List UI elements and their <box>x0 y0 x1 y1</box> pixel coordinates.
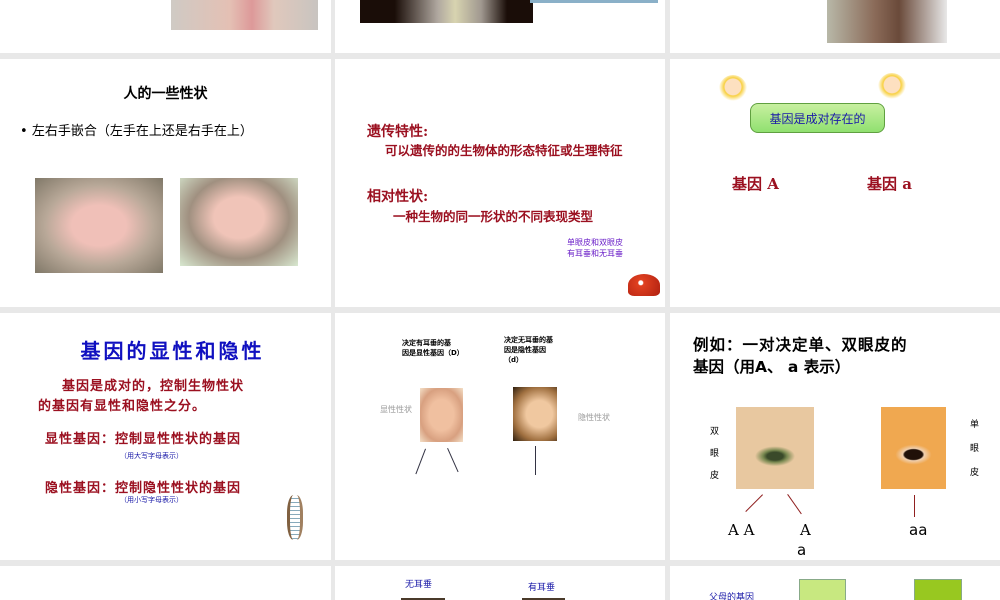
text-heredity: 可以遗传的的生物体的形态特征或生理特征 <box>385 143 623 158</box>
slide-thumbnail-4[interactable]: 人的一些性状 • 左右手嵌合（左手在上还是右手在上） <box>0 59 331 307</box>
recessive-trait-label: 隐性性状 <box>578 413 610 422</box>
para-line-2: 的基因有显性和隐性之分。 <box>38 399 207 414</box>
gene-A-label: 基因 A <box>732 175 779 193</box>
tongue-photo <box>171 0 318 30</box>
recessive-gene-label-3: （d） <box>504 356 524 364</box>
single-eyelid-label: 单 眼 皮 <box>970 413 979 485</box>
single-eyelid-photo <box>881 407 946 489</box>
recessive-note: （用小写字母表示） <box>120 496 183 504</box>
char: 双 <box>710 427 720 437</box>
bullet-text: • 左右手嵌合（左手在上还是右手在上） <box>20 124 253 139</box>
char: 皮 <box>970 468 980 478</box>
slide-thumbnail-12[interactable]: 父母的基因 <box>670 566 1000 600</box>
arrow-1 <box>415 448 426 475</box>
genotype-Aa-top: A <box>800 521 811 539</box>
title-line-2: 基因（用A、 a 表示） <box>693 358 851 376</box>
photo-strip <box>530 0 658 3</box>
banner-label: 基因是成对存在的 <box>769 111 866 126</box>
slide-thumbnail-10[interactable] <box>0 566 331 600</box>
para-line-1: 基因是成对的，控制生物性状 <box>62 379 245 394</box>
slide-thumbnail-5[interactable]: 遗传特性: 可以遗传的的生物体的形态特征或生理特征 相对性状: 一种生物的同一形… <box>335 59 665 307</box>
mushroom-icon <box>628 274 660 296</box>
char: 眼 <box>710 449 720 459</box>
recessive-gene-label-2: 因是隐性基因 <box>504 346 546 354</box>
slide-thumbnail-8[interactable]: 决定有耳垂的基 因是显性基因（D） 决定无耳垂的基 因是隐性基因 （d） 显性性… <box>335 313 665 560</box>
ear-without-lobe-photo <box>513 387 557 441</box>
has-earlobe-label: 有耳垂 <box>528 583 556 593</box>
dominant-trait-label: 显性性状 <box>380 405 412 414</box>
char: 眼 <box>970 444 980 454</box>
child-photo <box>360 0 533 23</box>
hands-right-photo <box>180 178 298 266</box>
recessive-gene-text: 隐性基因：控制隐性性状的基因 <box>45 481 242 496</box>
recessive-gene-label-1: 决定无耳垂的基 <box>504 336 553 344</box>
dominant-gene-text: 显性基因：控制显性性状的基因 <box>45 432 242 447</box>
note-eyelids: 单眼皮和双眼皮 <box>567 238 623 247</box>
text-relative-traits: 一种生物的同一形状的不同表现类型 <box>393 209 594 224</box>
heading-heredity: 遗传特性: <box>367 124 429 140</box>
chromosome-icon-1 <box>799 579 846 600</box>
title-line-1: 例如：一对决定单、双眼皮的 <box>693 336 908 354</box>
bullet-label: 左右手嵌合（左手在上还是右手在上） <box>31 124 253 139</box>
dominant-gene-label-1: 决定有耳垂的基 <box>402 339 451 347</box>
arrow-2 <box>787 494 802 515</box>
slide-thumbnail-7[interactable]: 基因的显性和隐性 基因是成对的，控制生物性状 的基因有显性和隐性之分。 显性基因… <box>0 313 331 560</box>
dna-icon <box>287 495 303 540</box>
thumb-photo <box>827 0 947 43</box>
no-earlobe-label: 无耳垂 <box>405 580 433 590</box>
char: 单 <box>970 420 980 430</box>
dominant-note: （用大写字母表示） <box>120 452 183 460</box>
genotype-AA: A A <box>728 521 755 539</box>
slide-thumbnail-3[interactable] <box>670 0 1000 53</box>
angel-right-icon <box>877 73 907 107</box>
heading-relative-traits: 相对性状: <box>367 189 429 205</box>
parents-genes-label: 父母的基因 <box>709 593 755 600</box>
slide-thumbnail-9[interactable]: 例如：一对决定单、双眼皮的 基因（用A、 a 表示） 双 眼 皮 单 眼 皮 A… <box>670 313 1000 560</box>
char: 皮 <box>710 471 720 481</box>
hands-left-photo <box>35 178 163 273</box>
genotype-aa: aa <box>909 521 928 539</box>
chromosome-icon-2 <box>914 579 962 600</box>
arrow-2 <box>447 448 459 473</box>
slide-title: 基因的显性和隐性 <box>80 339 265 363</box>
gene-pair-banner: 基因是成对存在的 <box>750 103 885 133</box>
double-eyelid-photo <box>736 407 814 489</box>
arrow-3 <box>535 446 536 475</box>
slide-thumbnail-1[interactable] <box>0 0 331 53</box>
slide-thumbnail-11[interactable]: 无耳垂 有耳垂 <box>335 566 665 600</box>
dominant-gene-label-2: 因是显性基因（D） <box>402 349 464 357</box>
angel-left-icon <box>718 75 748 109</box>
note-earlobes: 有耳垂和无耳垂 <box>567 249 623 258</box>
genotype-Aa-bottom: a <box>797 541 807 559</box>
arrow-1 <box>745 494 763 512</box>
slide-title: 人的一些性状 <box>123 86 208 102</box>
slide-thumbnail-2[interactable] <box>335 0 665 53</box>
gene-a-label: 基因 a <box>867 175 912 193</box>
arrow-3 <box>914 495 915 517</box>
double-eyelid-label: 双 眼 皮 <box>710 421 719 487</box>
slide-thumbnail-6[interactable]: 基因是成对存在的 基因 A 基因 a <box>670 59 1000 307</box>
ear-with-lobe-photo <box>420 388 463 442</box>
